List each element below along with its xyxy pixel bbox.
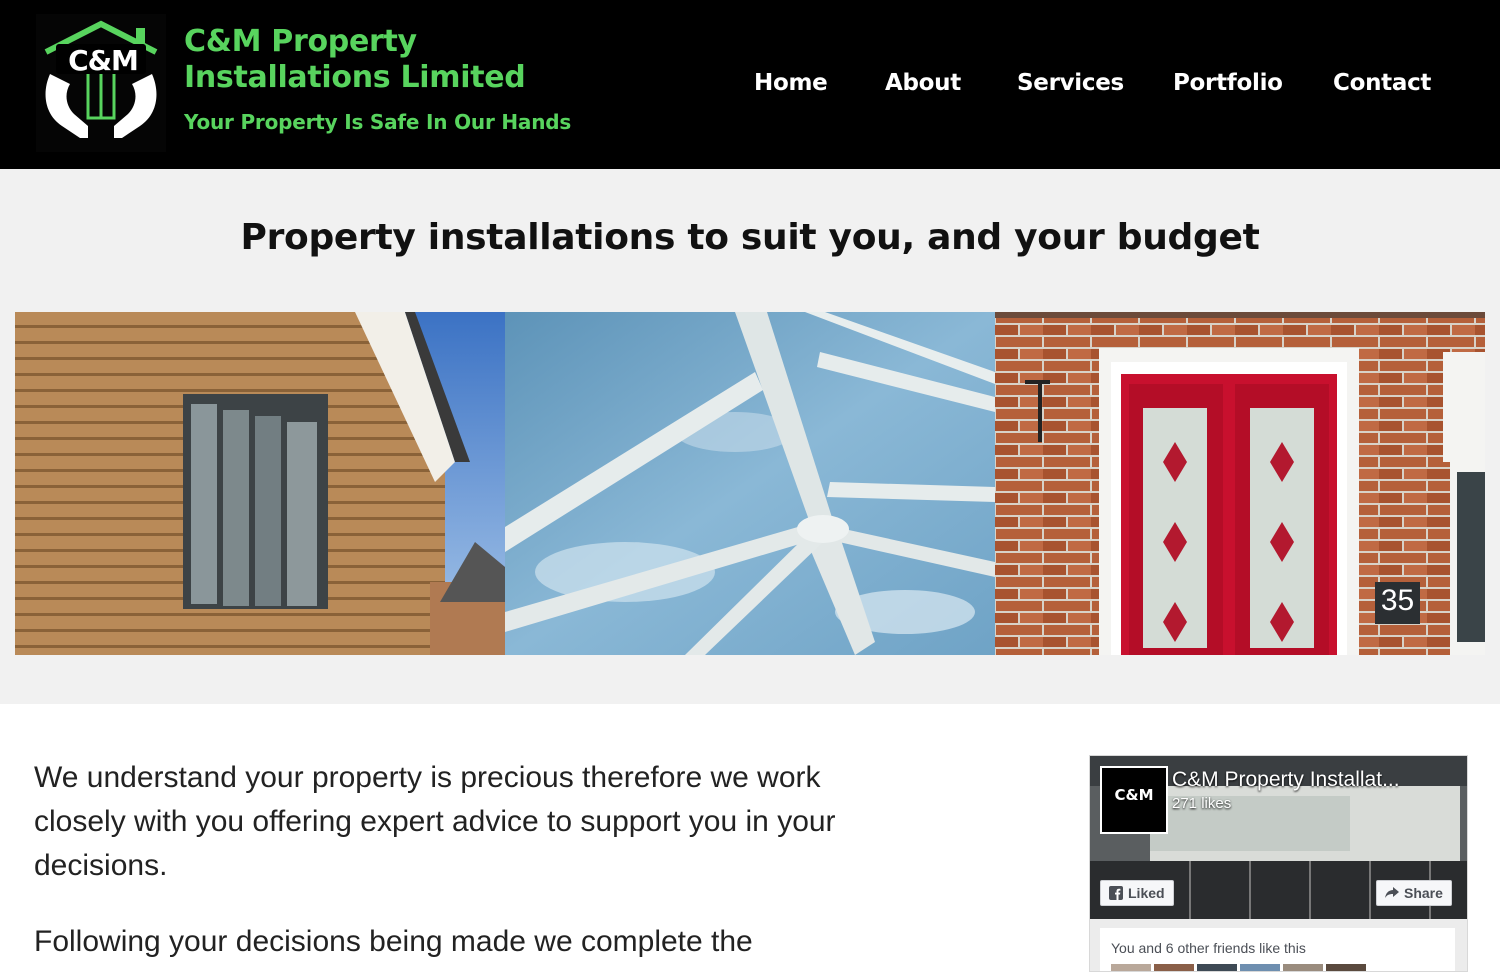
logo-house-hands-icon [44, 20, 158, 138]
facebook-likes-count: 271 likes [1172, 795, 1232, 812]
facebook-avatar-text: C&M [1114, 786, 1154, 804]
nav-contact[interactable]: Contact [1333, 70, 1431, 96]
share-arrow-icon [1385, 887, 1399, 898]
nav-services[interactable]: Services [1017, 70, 1124, 96]
facebook-share-button[interactable]: Share [1376, 880, 1452, 906]
nav-portfolio[interactable]: Portfolio [1173, 70, 1283, 96]
intro-paragraph-2: Following your decisions being made we c… [34, 925, 753, 958]
hero-heading: Property installations to suit you, and … [240, 217, 1260, 258]
facebook-friends-text: You and 6 other friends like this [1111, 940, 1306, 956]
brand-name-line2: Installations Limited [184, 60, 526, 95]
facebook-page-title[interactable]: C&M Property Installat... [1172, 768, 1400, 792]
facebook-share-label: Share [1404, 885, 1443, 901]
facebook-page-avatar[interactable]: C&M [1100, 766, 1168, 834]
brand-name-line1: C&M Property [184, 24, 417, 59]
facebook-logo-icon [1109, 886, 1123, 900]
facebook-friends-box: You and 6 other friends like this [1100, 928, 1455, 971]
brand-name[interactable]: C&M Property Installations Limited [184, 24, 526, 96]
company-logo[interactable]: C&M [36, 14, 166, 152]
facebook-liked-button[interactable]: Liked [1100, 880, 1174, 906]
facebook-page-widget: C&M C&M Property Installat... 271 likes … [1089, 755, 1468, 972]
nav-about[interactable]: About [885, 70, 961, 96]
house-number: 35 [1380, 584, 1415, 617]
gallery-image-conservatory-roof [505, 312, 995, 655]
site-header: C&M C&M Property Installations Limited Y… [0, 0, 1500, 169]
nav-home[interactable]: Home [754, 70, 828, 96]
facebook-liked-label: Liked [1128, 885, 1165, 901]
hero-gallery: 35 [15, 312, 1485, 655]
gallery-image-red-door: 35 [995, 312, 1485, 655]
intro-paragraph-1: We understand your property is precious … [34, 761, 836, 882]
gallery-image-timber-cladding [15, 312, 505, 655]
logo-text: C&M [68, 44, 139, 77]
hero-section: Property installations to suit you, and … [0, 169, 1500, 704]
tagline: Your Property Is Safe In Our Hands [184, 110, 572, 134]
facebook-cover-image[interactable]: C&M C&M Property Installat... 271 likes … [1090, 756, 1467, 919]
